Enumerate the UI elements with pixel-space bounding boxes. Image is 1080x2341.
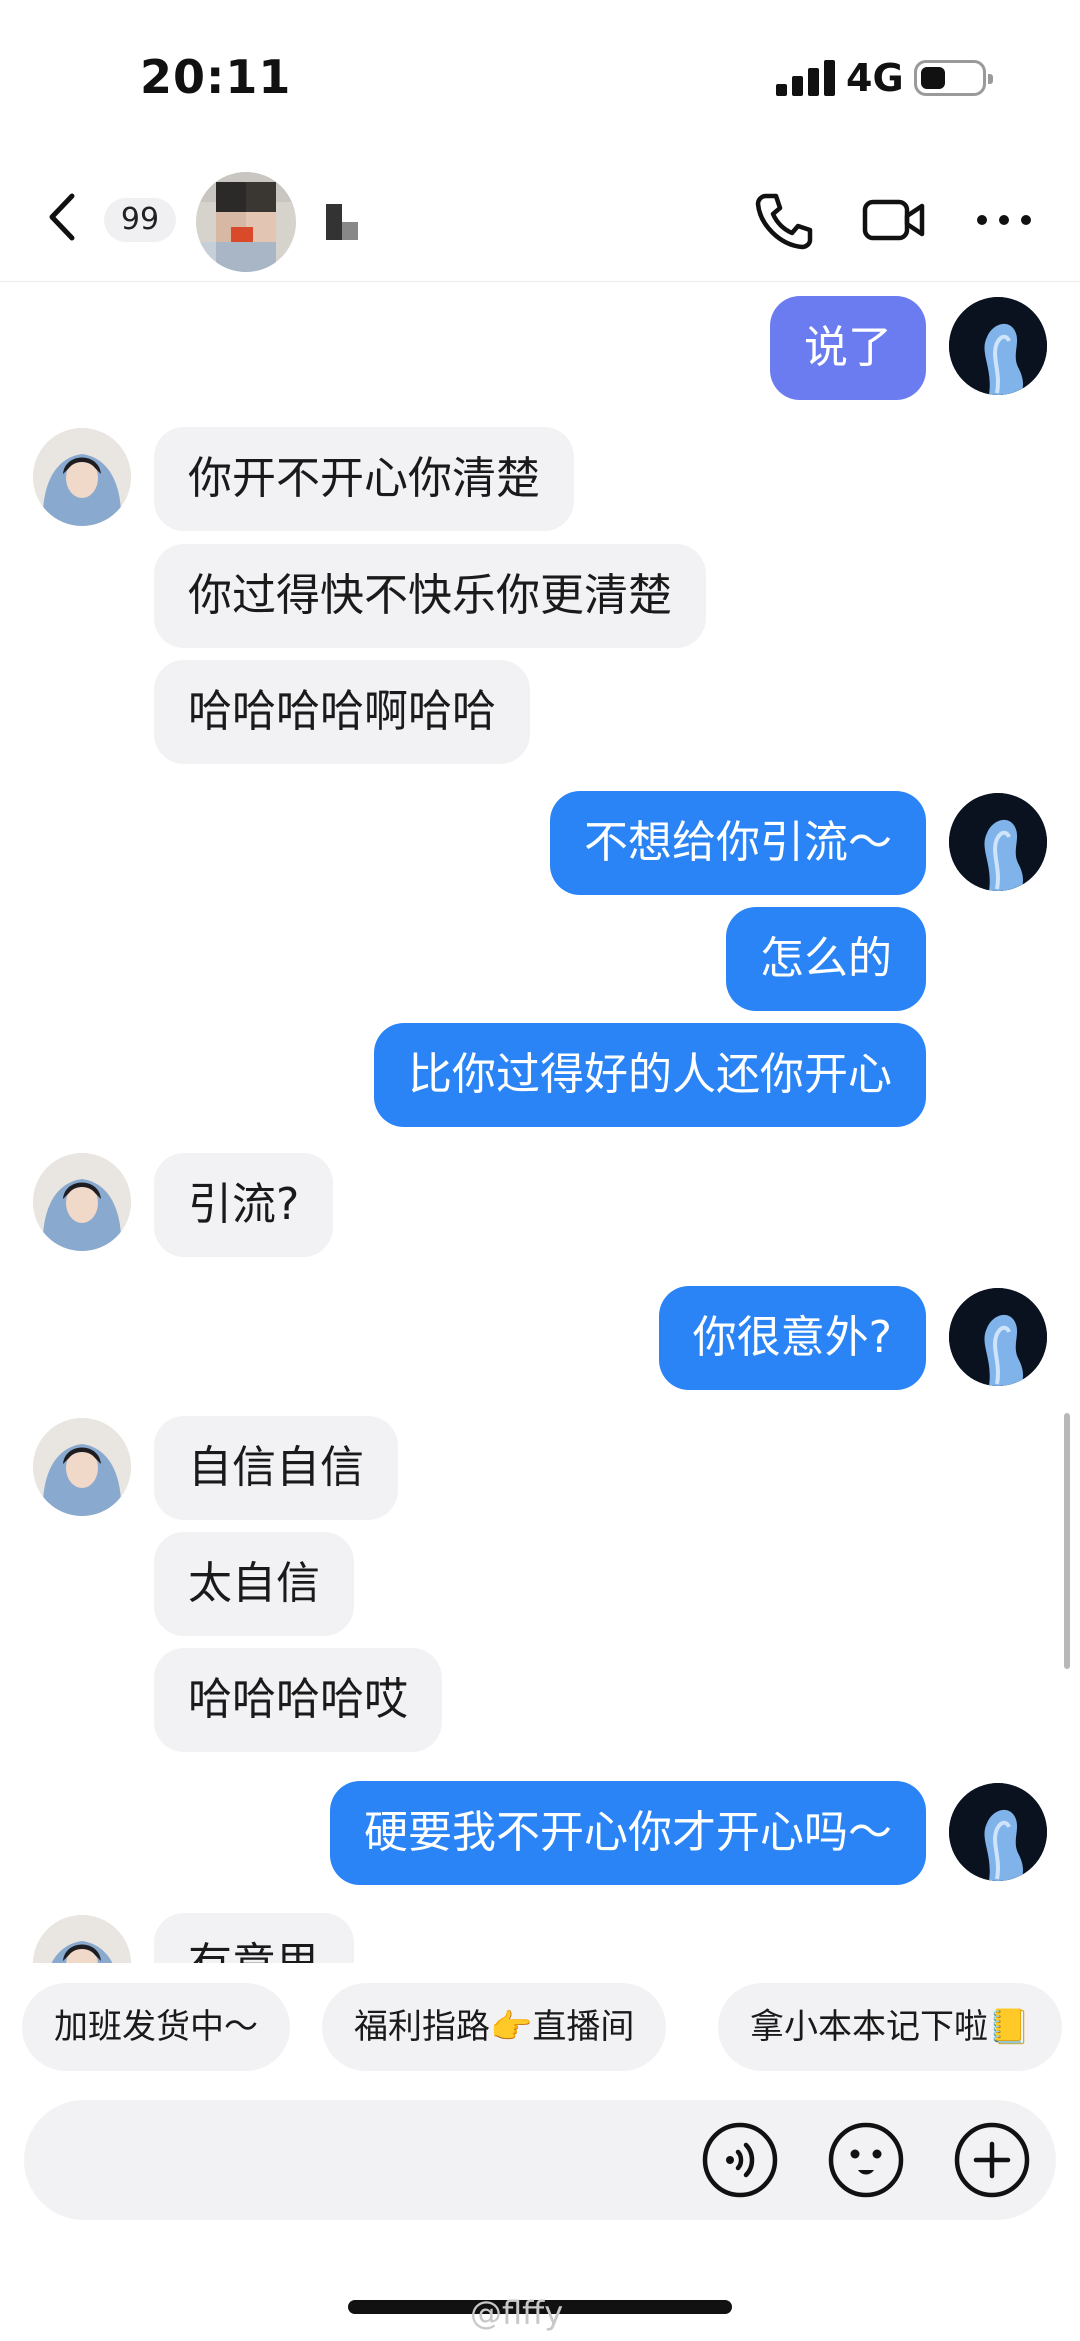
incoming-message[interactable]: 你开不开心你清楚 (154, 427, 574, 531)
emoji-icon[interactable] (826, 2120, 906, 2200)
my-avatar[interactable] (949, 1288, 1047, 1386)
battery-icon (914, 60, 993, 96)
outgoing-message[interactable]: 说了 (770, 296, 926, 400)
contact-name-redacted (326, 204, 364, 240)
contact-avatar[interactable] (196, 172, 296, 272)
my-avatar[interactable] (949, 793, 1047, 891)
back-icon[interactable] (40, 192, 86, 242)
my-avatar[interactable] (949, 297, 1047, 395)
incoming-message[interactable]: 哈哈哈哈啊哈哈 (154, 660, 530, 764)
voice-icon[interactable] (700, 2120, 780, 2200)
incoming-message[interactable]: 自信自信 (154, 1416, 398, 1520)
contact-message-avatar[interactable] (33, 1418, 131, 1516)
message-input-bar (24, 2100, 1056, 2220)
contact-message-avatar[interactable] (33, 1153, 131, 1251)
incoming-message[interactable]: 有意思 (154, 1913, 354, 1963)
chat-header: 99 (0, 150, 1080, 282)
watermark: @flffy (470, 2294, 564, 2332)
status-time: 20:11 (140, 50, 292, 104)
incoming-message[interactable]: 你过得快不快乐你更清楚 (154, 544, 706, 648)
scrollbar[interactable] (1064, 1413, 1070, 1669)
incoming-message[interactable]: 哈哈哈哈哎 (154, 1648, 442, 1752)
outgoing-message[interactable]: 比你过得好的人还你开心 (374, 1023, 926, 1127)
signal-icon (776, 60, 836, 96)
outgoing-message[interactable]: 怎么的 (726, 907, 926, 1011)
network-type: 4G (846, 56, 904, 100)
quick-reply-chip[interactable]: 加班发货中～ (22, 1983, 290, 2071)
message-input[interactable] (54, 2126, 674, 2194)
quick-reply-chip[interactable]: 福利指路👉直播间 (322, 1983, 667, 2071)
unread-badge[interactable]: 99 (104, 198, 176, 242)
incoming-message[interactable]: 太自信 (154, 1532, 354, 1636)
add-icon[interactable] (952, 2120, 1032, 2200)
outgoing-message[interactable]: 不想给你引流～ (550, 791, 926, 895)
contact-message-avatar[interactable] (33, 428, 131, 526)
quick-reply-bar: 加班发货中～ 福利指路👉直播间 拿小本本记下啦📒 (0, 1983, 1080, 2075)
outgoing-message[interactable]: 你很意外? (658, 1286, 926, 1390)
video-call-icon[interactable] (862, 190, 926, 250)
phone-icon[interactable] (752, 190, 816, 250)
more-icon[interactable] (972, 190, 1036, 250)
status-bar: 20:11 4G (0, 0, 1080, 150)
quick-reply-chip[interactable]: 拿小本本记下啦📒 (718, 1983, 1063, 2071)
contact-message-avatar[interactable] (33, 1915, 131, 1963)
message-list[interactable]: 说了 你开不开心你清楚 你过得快不快乐你更清楚 哈哈哈哈啊哈哈 不想给你引流～ … (0, 283, 1080, 1963)
outgoing-message[interactable]: 硬要我不开心你才开心吗～ (330, 1781, 926, 1885)
my-avatar[interactable] (949, 1783, 1047, 1881)
incoming-message[interactable]: 引流? (154, 1153, 334, 1257)
